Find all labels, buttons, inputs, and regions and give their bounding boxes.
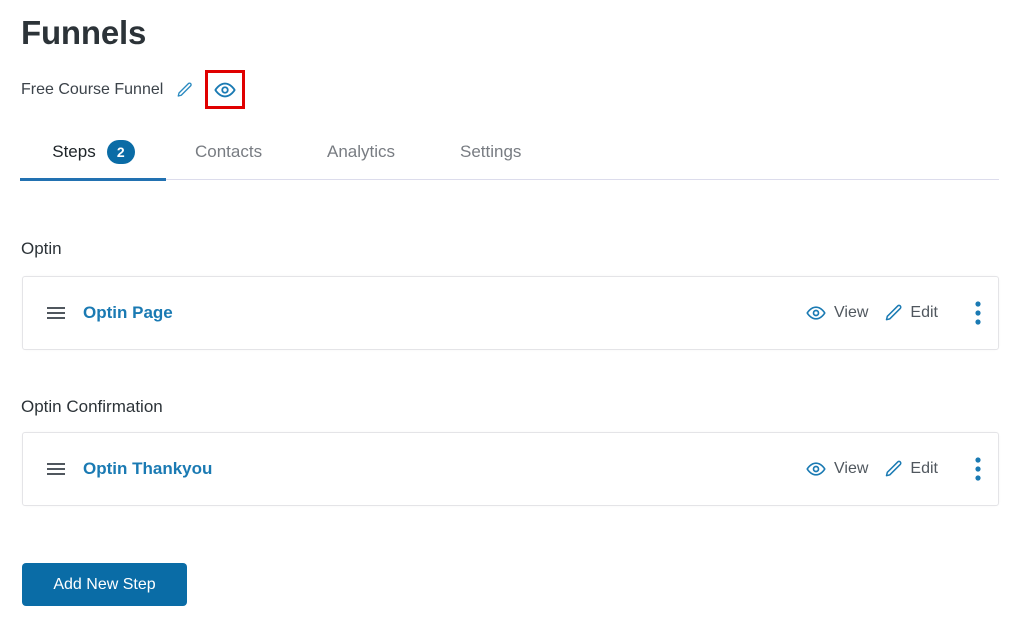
tab-settings[interactable]: Settings xyxy=(460,124,521,179)
steps-count-badge: 2 xyxy=(106,139,135,164)
step-actions: View Edit xyxy=(804,277,986,349)
add-new-step-button[interactable]: Add New Step xyxy=(22,563,187,606)
tab-analytics[interactable]: Analytics xyxy=(327,124,395,179)
edit-label: Edit xyxy=(910,304,938,321)
tab-steps-label: Steps xyxy=(52,141,96,161)
pencil-icon xyxy=(886,304,902,321)
group-label-optin-confirmation: Optin Confirmation xyxy=(21,397,163,416)
more-options-button[interactable] xyxy=(970,298,986,328)
preview-funnel-button[interactable] xyxy=(205,70,245,109)
edit-step-button[interactable]: Edit xyxy=(884,303,938,323)
eye-icon xyxy=(214,82,236,97)
pencil-icon xyxy=(177,82,193,97)
tab-steps[interactable]: Steps 2 xyxy=(20,124,166,181)
view-label: View xyxy=(834,304,869,321)
kebab-menu-icon xyxy=(975,301,981,325)
more-options-button[interactable] xyxy=(970,454,986,484)
view-step-button[interactable]: View xyxy=(804,459,868,479)
tab-analytics-label: Analytics xyxy=(327,141,396,161)
tab-settings-label: Settings xyxy=(460,141,522,161)
tab-contacts[interactable]: Contacts xyxy=(195,124,262,179)
drag-handle[interactable] xyxy=(47,462,65,476)
funnel-name-row: Free Course Funnel xyxy=(21,78,195,102)
step-actions: View Edit xyxy=(804,433,986,505)
eye-icon xyxy=(806,462,826,476)
eye-icon xyxy=(806,306,826,320)
step-title-link[interactable]: Optin Thankyou xyxy=(83,459,212,479)
drag-handle[interactable] xyxy=(47,306,65,320)
page-title: Funnels xyxy=(21,14,147,51)
kebab-menu-icon xyxy=(975,457,981,481)
drag-handle-icon xyxy=(47,307,65,319)
step-card-optin-thankyou: Optin Thankyou View Edit xyxy=(22,432,999,506)
drag-handle-icon xyxy=(47,463,65,475)
view-label: View xyxy=(834,460,869,477)
edit-funnel-name-button[interactable] xyxy=(175,80,195,100)
funnel-tabs: Steps 2 Contacts Analytics Settings xyxy=(20,124,999,181)
group-label-optin: Optin xyxy=(21,239,62,258)
funnel-name: Free Course Funnel xyxy=(21,81,164,98)
view-step-button[interactable]: View xyxy=(804,303,868,323)
step-title-link[interactable]: Optin Page xyxy=(83,303,173,323)
step-card-optin-page: Optin Page View Edit xyxy=(22,276,999,350)
edit-step-button[interactable]: Edit xyxy=(884,459,938,479)
pencil-icon xyxy=(886,460,902,477)
edit-label: Edit xyxy=(910,460,938,477)
tab-contacts-label: Contacts xyxy=(195,141,263,161)
